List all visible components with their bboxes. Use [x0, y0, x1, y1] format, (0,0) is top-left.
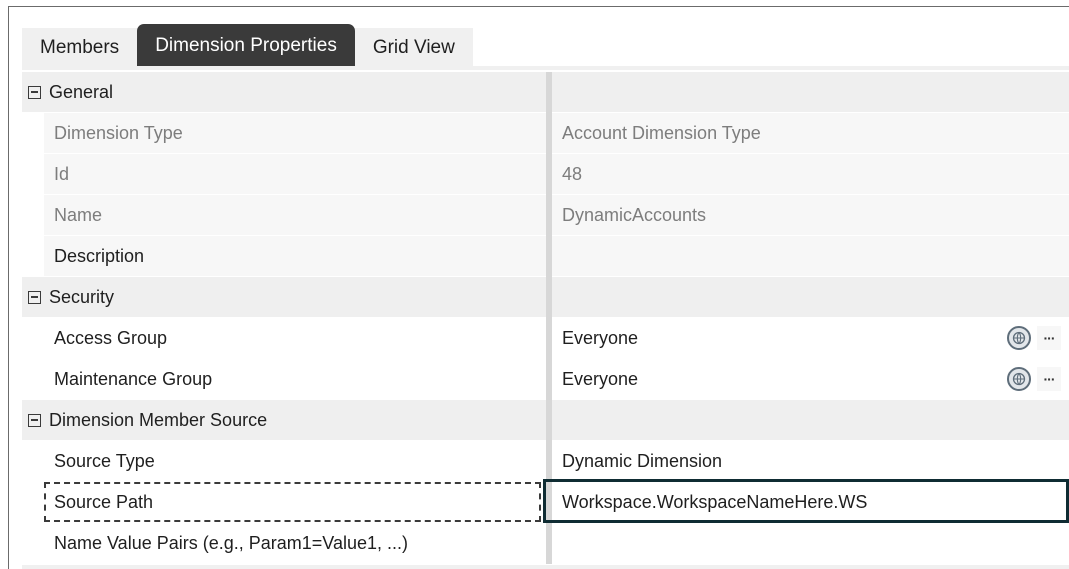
property-value-input[interactable]: Workspace.WorkspaceNameHere.WS — [552, 482, 1069, 522]
property-row-id[interactable]: Id 48 — [22, 154, 1069, 195]
property-name: Dimension Type — [44, 113, 546, 153]
panel-border-top — [8, 6, 1069, 7]
globe-icon[interactable] — [1007, 367, 1031, 391]
ellipsis-icon[interactable]: ··· — [1037, 367, 1061, 391]
property-name: Description — [44, 236, 546, 276]
property-name: Source Path — [44, 482, 546, 522]
property-row-maintenance-group[interactable]: Maintenance Group Everyone ··· — [22, 359, 1069, 400]
panel-border-left — [8, 6, 9, 569]
property-editor-panel: Members Dimension Properties Grid View G… — [0, 0, 1069, 569]
tab-dimension-properties[interactable]: Dimension Properties — [137, 24, 355, 68]
property-row-name-value-pairs[interactable]: Name Value Pairs (e.g., Param1=Value1, .… — [22, 523, 1069, 564]
property-value-cell[interactable]: Everyone ··· — [552, 318, 1069, 358]
tab-strip — [22, 66, 1069, 70]
property-row-source-type[interactable]: Source Type Dynamic Dimension — [22, 441, 1069, 482]
category-label: Dimension Member Source — [49, 409, 268, 430]
collapse-icon[interactable] — [28, 290, 41, 304]
ellipsis-icon[interactable]: ··· — [1037, 326, 1061, 350]
property-name: Source Type — [44, 441, 546, 481]
category-general[interactable]: General — [22, 72, 1069, 113]
tab-bar: Members Dimension Properties Grid View — [22, 24, 473, 68]
property-value: 48 — [552, 154, 1069, 194]
property-value: DynamicAccounts — [552, 195, 1069, 235]
tab-members[interactable]: Members — [22, 28, 138, 68]
property-name: Name Value Pairs (e.g., Param1=Value1, .… — [44, 523, 546, 563]
property-value: Everyone — [562, 327, 639, 348]
collapse-icon[interactable] — [28, 413, 41, 427]
category-label: Security — [49, 286, 115, 307]
property-row-access-group[interactable]: Access Group Everyone ··· — [22, 318, 1069, 359]
property-name: Id — [44, 154, 546, 194]
property-name: Name — [44, 195, 546, 235]
property-value-input[interactable] — [552, 523, 1069, 563]
property-value-input[interactable] — [552, 236, 1069, 276]
property-value-cell[interactable]: Everyone ··· — [552, 359, 1069, 399]
tab-grid-view[interactable]: Grid View — [354, 28, 473, 68]
property-row-source-path[interactable]: Source Path Workspace.WorkspaceNameHere.… — [22, 479, 1069, 523]
property-row-description[interactable]: Description — [22, 236, 1069, 277]
globe-icon[interactable] — [1007, 326, 1031, 350]
property-name: Maintenance Group — [44, 359, 546, 399]
property-value: Everyone — [562, 368, 639, 389]
grid-bottom-border — [22, 565, 1069, 569]
property-name: Access Group — [44, 318, 546, 358]
property-value[interactable]: Dynamic Dimension — [552, 441, 1069, 481]
property-row-dimension-type[interactable]: Dimension Type Account Dimension Type — [22, 113, 1069, 154]
property-row-name[interactable]: Name DynamicAccounts — [22, 195, 1069, 236]
category-security[interactable]: Security — [22, 277, 1069, 318]
collapse-icon[interactable] — [28, 85, 41, 99]
category-dimension-member-source[interactable]: Dimension Member Source — [22, 400, 1069, 441]
property-value: Account Dimension Type — [552, 113, 1069, 153]
property-grid: General Dimension Type Account Dimension… — [22, 72, 1069, 564]
category-label: General — [49, 81, 114, 102]
